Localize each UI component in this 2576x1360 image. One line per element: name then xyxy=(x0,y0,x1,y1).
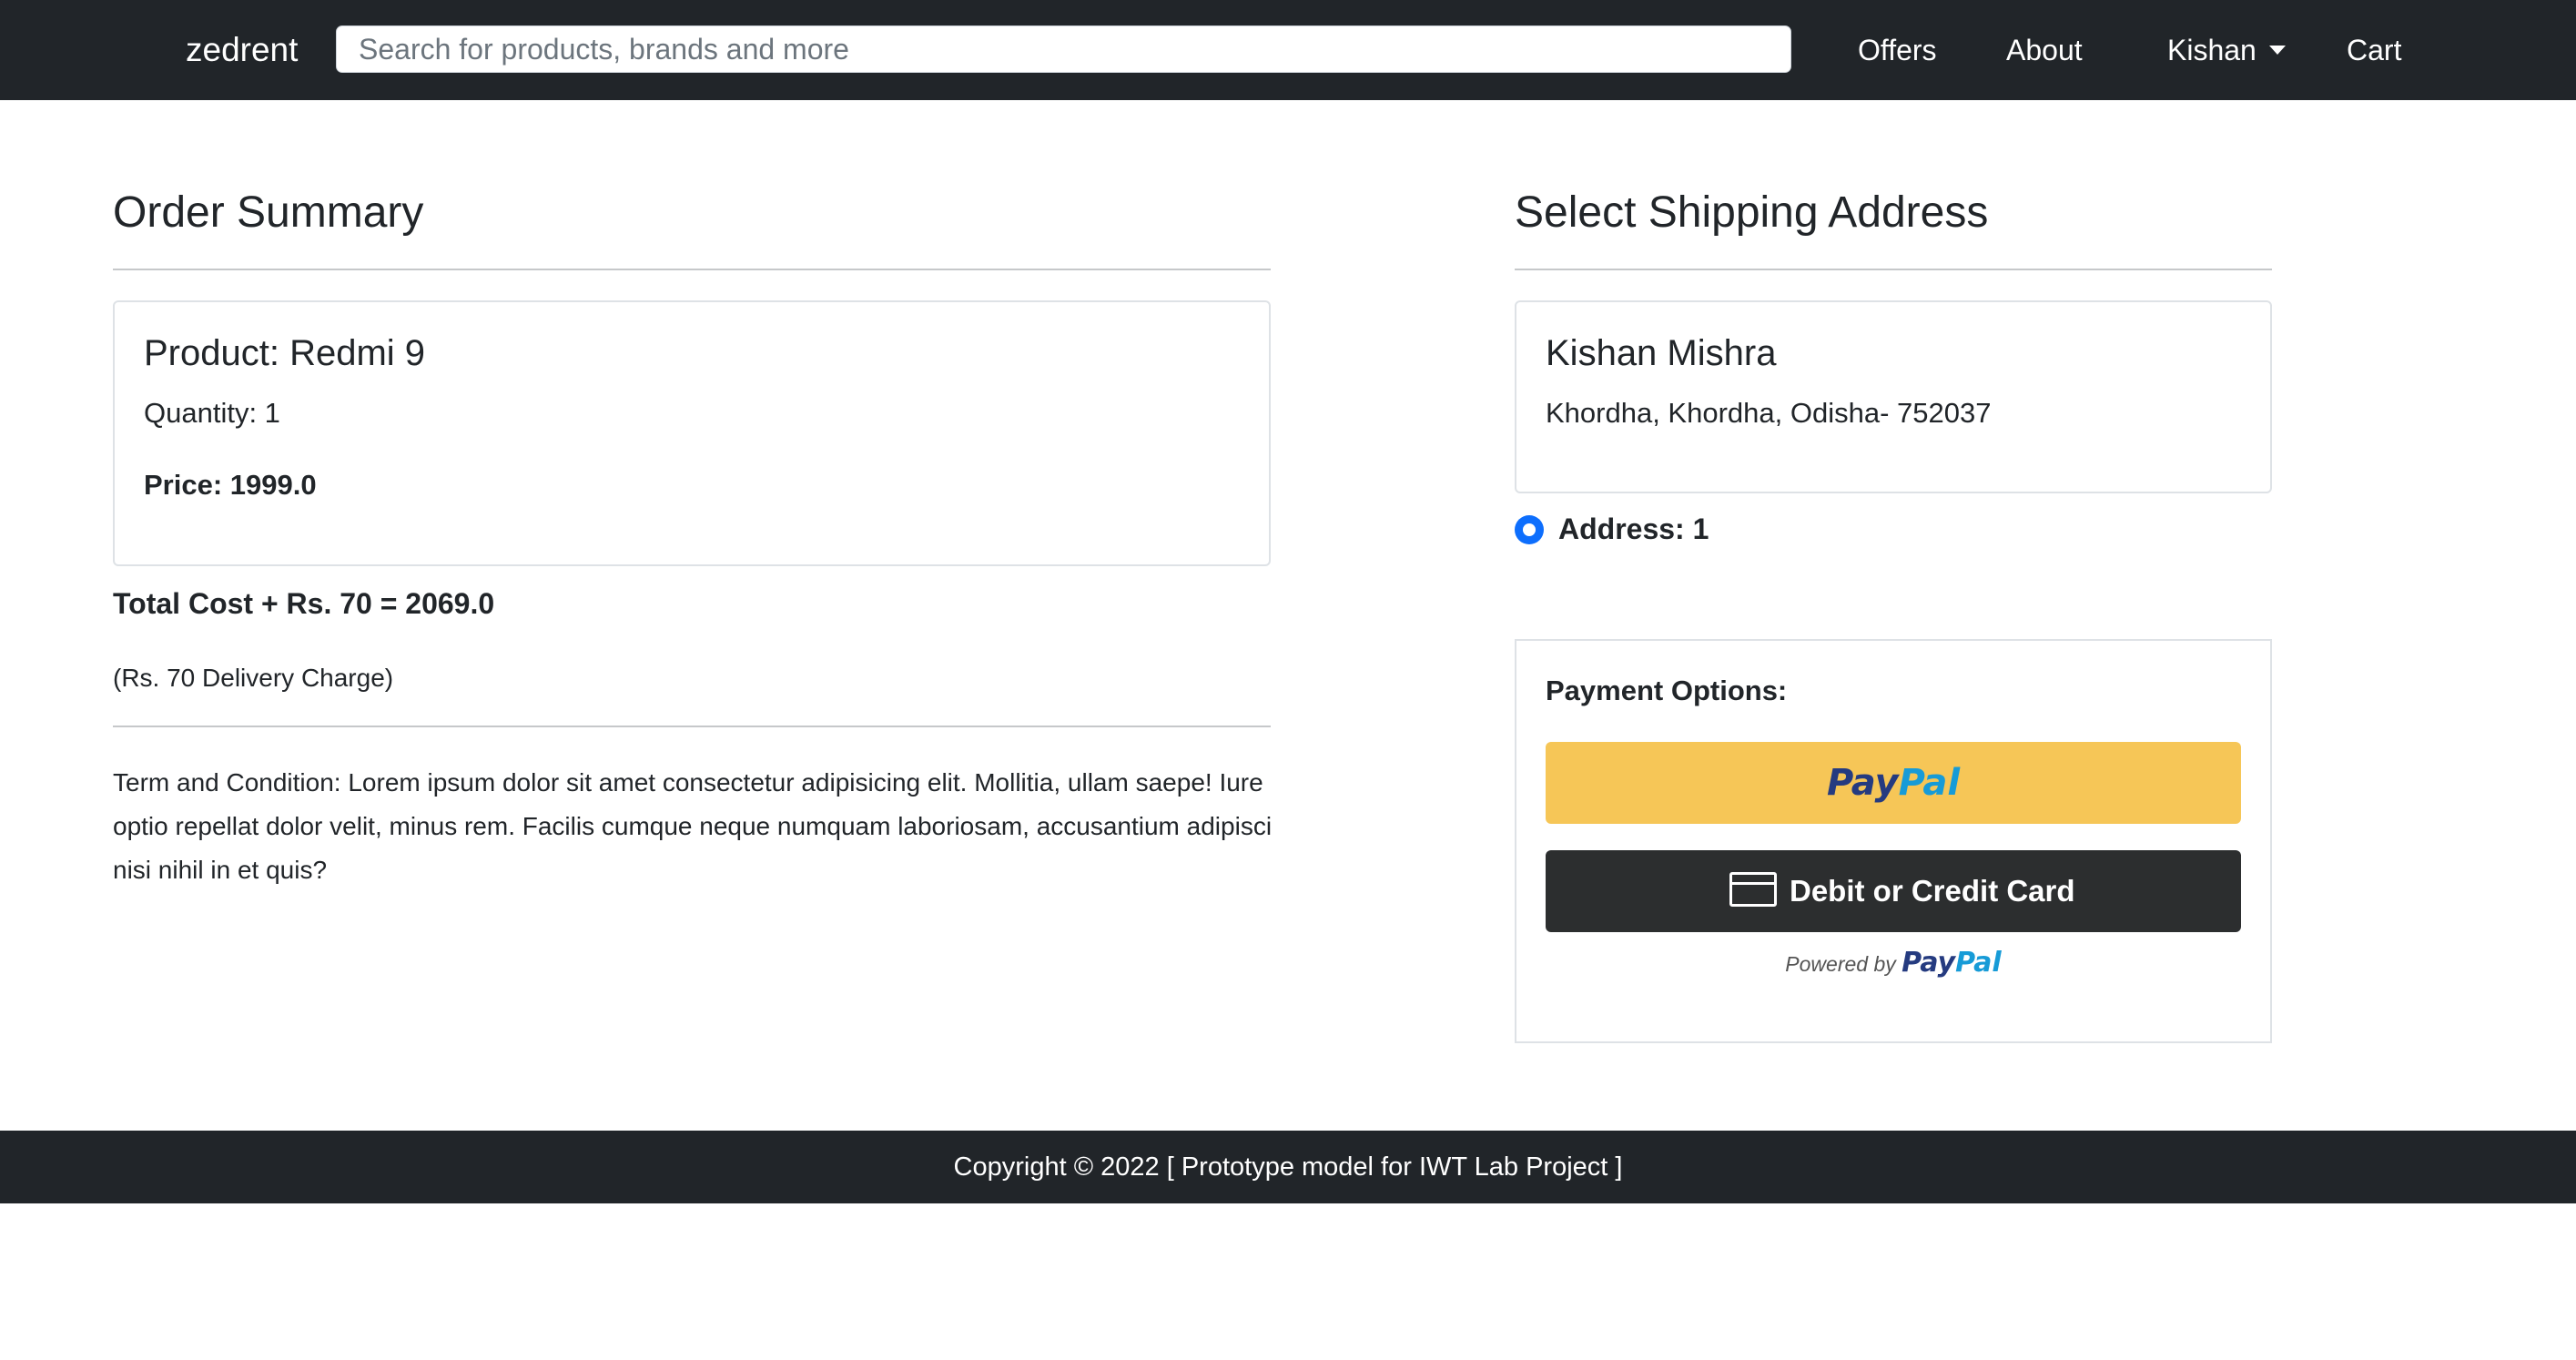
footer: Copyright © 2022 [ Prototype model for I… xyxy=(0,1131,2576,1203)
search-input[interactable] xyxy=(336,25,1791,73)
terms-and-conditions: Term and Condition: Lorem ipsum dolor si… xyxy=(113,768,1273,884)
debit-credit-card-button[interactable]: Debit or Credit Card xyxy=(1546,850,2241,932)
shipping-address-title: Select Shipping Address xyxy=(1515,188,1989,237)
order-summary-title: Order Summary xyxy=(113,188,424,237)
total-cost: Total Cost + Rs. 70 = 2069.0 xyxy=(113,587,495,620)
footer-copyright: Copyright © 2022 [ Prototype model for I… xyxy=(953,1152,1623,1182)
credit-card-icon xyxy=(1729,872,1777,907)
paypal-logo-part2: Pal xyxy=(1898,762,1961,804)
address-radio-label[interactable]: Address: 1 xyxy=(1558,513,1709,546)
address-name: Kishan Mishra xyxy=(1546,333,1777,373)
paypal-logo: PayPal xyxy=(1827,762,1960,804)
chevron-down-icon xyxy=(2268,46,2286,55)
powered-by-paypal: Powered by PayPal xyxy=(1546,947,2241,979)
product-price: Price: 1999.0 xyxy=(144,469,317,501)
nav-about-link[interactable]: About xyxy=(2006,0,2083,100)
divider xyxy=(113,269,1271,270)
nav-cart-link[interactable]: Cart xyxy=(2347,0,2401,100)
divider xyxy=(113,726,1271,727)
user-dropdown[interactable]: Kishan xyxy=(2167,0,2286,100)
divider xyxy=(1515,269,2272,270)
paypal-small-logo: PayPal xyxy=(1902,947,2002,979)
user-dropdown-label: Kishan xyxy=(2167,34,2257,66)
address-radio[interactable] xyxy=(1515,515,1544,544)
brand-logo[interactable]: zedrent xyxy=(186,0,298,100)
debit-credit-card-label: Debit or Credit Card xyxy=(1790,874,2075,908)
address-line: Khordha, Khordha, Odisha- 752037 xyxy=(1546,397,1992,429)
paypal-logo-part1: Pay xyxy=(1826,762,1899,804)
delivery-charge-note: (Rs. 70 Delivery Charge) xyxy=(113,664,394,692)
payment-options-title: Payment Options: xyxy=(1546,675,1788,706)
powered-by-text: Powered by xyxy=(1785,952,1896,976)
paypal-small-logo-part1: Pay xyxy=(1902,947,1956,979)
top-navbar: zedrent Offers About Kishan Cart xyxy=(0,0,2576,100)
product-card: Product: Redmi 9 Quantity: 1 Price: 1999… xyxy=(113,300,1271,566)
address-card[interactable]: Kishan Mishra Khordha, Khordha, Odisha- … xyxy=(1515,300,2272,493)
paypal-small-logo-part2: Pal xyxy=(1955,947,2002,979)
product-name: Product: Redmi 9 xyxy=(144,333,426,373)
product-quantity: Quantity: 1 xyxy=(144,397,280,429)
nav-offers-link[interactable]: Offers xyxy=(1858,0,1937,100)
paypal-button[interactable]: PayPal xyxy=(1546,742,2241,824)
